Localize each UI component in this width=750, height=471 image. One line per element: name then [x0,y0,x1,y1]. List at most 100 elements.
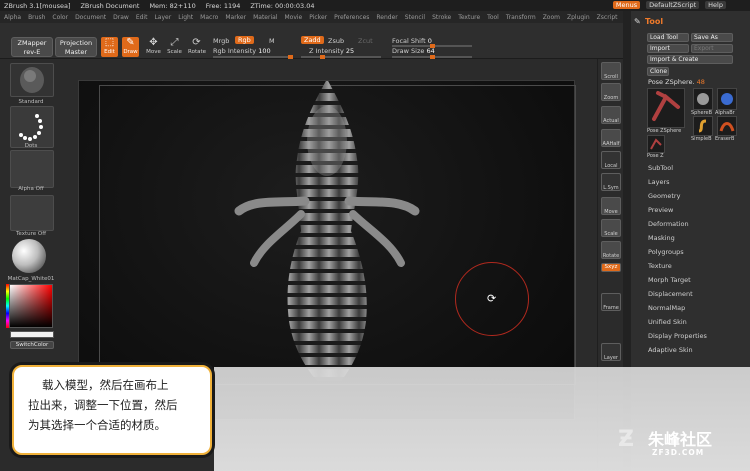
edit-button[interactable]: ⬚ Edit [101,37,118,57]
menu-brush[interactable]: Brush [28,14,45,21]
subpalette-displacement[interactable]: Displacement [648,290,693,298]
subpalette-deformation[interactable]: Deformation [648,220,689,228]
tool-thumbnail-pose-zsphere[interactable] [647,88,685,128]
menu-layer[interactable]: Layer [154,14,171,21]
subpalette-texture[interactable]: Texture [648,262,672,270]
menu-material[interactable]: Material [253,14,277,21]
color-picker[interactable] [9,284,53,328]
menu-texture[interactable]: Texture [458,14,480,21]
tool-thumbnail-simpleb[interactable] [693,116,713,136]
lsym-label: L.Sym [603,185,619,191]
rgb-intensity-track[interactable] [213,56,293,58]
mrgb-toggle[interactable]: Mrgb [213,37,229,45]
menu-light[interactable]: Light [178,14,193,21]
alpha-label: Alpha Off [18,186,44,192]
menu-zoom[interactable]: Zoom [543,14,560,21]
m-toggle[interactable]: M [269,37,275,45]
projection-sublabel: Master [64,48,88,56]
stroke-thumbnail[interactable] [10,106,54,148]
sxyz-toggle[interactable]: Sxyz [601,263,621,272]
menu-draw[interactable]: Draw [113,14,129,21]
rgb-intensity-slider[interactable]: Rgb Intensity 100 [213,47,271,55]
scale-button[interactable]: ⤢ Scale [166,37,183,57]
zmapper-button[interactable]: ZMapper rev-E [11,37,53,57]
material-sphere-thumbnail[interactable] [12,239,46,273]
menu-stroke[interactable]: Stroke [432,14,451,21]
tool-thumbnail-sphereb[interactable] [693,88,713,110]
z-intensity-slider[interactable]: Z Intensity 25 [309,47,354,55]
projection-master-button[interactable]: Projection Master [55,37,97,57]
menu-edit[interactable]: Edit [136,14,148,21]
menu-macro[interactable]: Macro [200,14,218,21]
subpalette-normalmap[interactable]: NormalMap [648,304,685,312]
current-tool-name: Pose ZSphere. 48 [648,78,705,86]
subpalette-subtool[interactable]: SubTool [648,164,673,172]
subpalette-masking[interactable]: Masking [648,234,675,242]
save-as-button[interactable]: Save As [691,33,733,42]
standard-brush-icon [20,67,44,93]
eraser-brush-icon [719,122,735,132]
zsub-toggle[interactable]: Zsub [328,37,344,45]
export-button[interactable]: Export [691,44,733,53]
alpha-thumbnail[interactable] [10,150,54,188]
clone-button[interactable]: Clone [647,67,669,76]
menu-render[interactable]: Render [376,14,397,21]
menu-zplugin[interactable]: Zplugin [567,14,590,21]
subpalette-adaptive-skin[interactable]: Adaptive Skin [648,346,693,354]
brush-label: Standard [18,99,44,105]
help-button[interactable]: Help [705,1,726,9]
tool-thumbnail-alphabr[interactable] [717,88,737,110]
subpalette-morph-target[interactable]: Morph Target [648,276,691,284]
rotate-view-label: Rotate [602,253,620,259]
subpalette-display-properties[interactable]: Display Properties [648,332,707,340]
import-button[interactable]: Import [647,44,689,53]
load-tool-button[interactable]: Load Tool [647,33,689,42]
menu-document[interactable]: Document [75,14,106,21]
switch-color-button[interactable]: SwitchColor [10,341,54,349]
watermark-url: ZF3D.COM [652,448,705,457]
brush-thumbnail[interactable] [10,63,54,97]
z-intensity-track[interactable] [301,56,381,58]
menu-stencil[interactable]: Stencil [405,14,425,21]
subpalette-polygroups[interactable]: Polygroups [648,248,684,256]
import-create-button[interactable]: Import & Create [647,55,733,64]
rgb-toggle[interactable]: Rgb [235,36,254,44]
focal-shift-slider[interactable]: Focal Shift 0 [392,37,432,45]
menu-tool[interactable]: Tool [487,14,499,21]
scroll-label: Scroll [604,74,618,80]
zf-logo-icon: Ƶ [618,427,634,452]
subpalette-unified-skin[interactable]: Unified Skin [648,318,687,326]
tool-thumbnail-eraserb[interactable] [717,116,737,136]
watermark-title: 朱峰社区 [648,430,713,449]
draw-icon: ✎ [126,37,135,48]
texture-thumbnail[interactable] [10,195,54,231]
move-button[interactable]: ✥ Move [145,37,162,57]
default-zscript-button[interactable]: DefaultZScript [646,1,700,9]
menu-alpha[interactable]: Alpha [4,14,21,21]
menu-movie[interactable]: Movie [284,14,302,21]
subpalette-preview[interactable]: Preview [648,206,673,214]
draw-size-slider[interactable]: Draw Size 64 [392,47,435,55]
secondary-color-swatch[interactable] [10,331,54,338]
rgb-intensity-value: 100 [258,47,271,55]
zadd-toggle[interactable]: Zadd [301,36,324,44]
menu-zscript[interactable]: Zscript [597,14,618,21]
rotate-button[interactable]: ⟳ Rotate [188,37,206,57]
subpalette-layers[interactable]: Layers [648,178,670,186]
draw-button[interactable]: ✎ Draw [122,37,139,57]
caption-line-3: 为其选择一个合适的材质。 [28,418,166,432]
move-icon: ✥ [149,37,158,48]
menu-color[interactable]: Color [52,14,68,21]
material-label: MatCap_White01 [7,276,55,282]
menu-preferences[interactable]: Preferences [334,14,369,21]
menu-transform[interactable]: Transform [506,14,536,21]
menu-picker[interactable]: Picker [309,14,327,21]
menus-button[interactable]: Menus [612,1,641,9]
zcut-toggle[interactable]: Zcut [358,37,373,45]
scale-view-label: Scale [604,231,618,237]
menu-marker[interactable]: Marker [225,14,246,21]
free-readout: Free: 1194 [205,1,241,10]
current-tool-count: 48 [696,78,705,86]
subpalette-geometry[interactable]: Geometry [648,192,680,200]
tool-thumbnail-pose-z[interactable] [647,135,665,153]
